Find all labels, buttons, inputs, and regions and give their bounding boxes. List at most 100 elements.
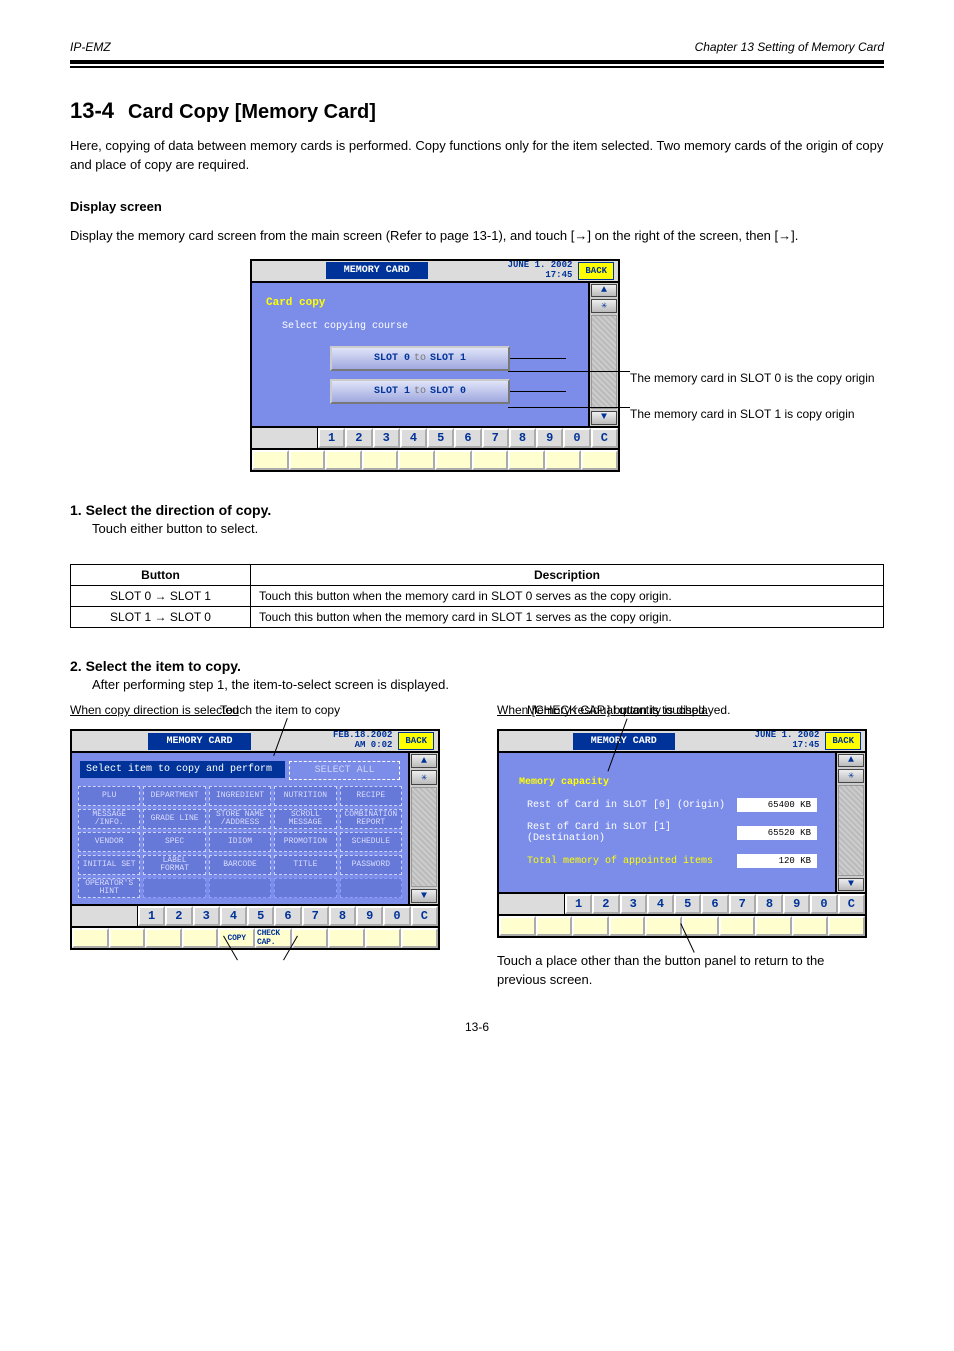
screenB-keypad-1[interactable]: 1 bbox=[565, 894, 592, 914]
softkey-7[interactable] bbox=[472, 450, 509, 470]
screenA-keypad-7[interactable]: 7 bbox=[302, 906, 329, 926]
screenB-keypad-6[interactable]: 6 bbox=[701, 894, 728, 914]
item-promotion[interactable]: PROMOTION bbox=[274, 832, 336, 852]
screenA-soft-8[interactable] bbox=[328, 928, 365, 948]
screenB-keypad-0[interactable]: 0 bbox=[810, 894, 837, 914]
screenB-soft-9[interactable] bbox=[792, 916, 829, 936]
screenA-keypad-4[interactable]: 4 bbox=[220, 906, 247, 926]
softkey-4[interactable] bbox=[362, 450, 399, 470]
settings-button[interactable] bbox=[591, 299, 617, 313]
screenB-keypad-2[interactable]: 2 bbox=[592, 894, 619, 914]
keypad-8[interactable]: 8 bbox=[509, 428, 536, 448]
screenB-soft-2[interactable] bbox=[536, 916, 573, 936]
step1-heading: 1. Select the direction of copy. bbox=[70, 502, 271, 518]
screenB-back-button[interactable]: BACK bbox=[825, 732, 861, 750]
keypad-4[interactable]: 4 bbox=[400, 428, 427, 448]
screenB-keypad-3[interactable]: 3 bbox=[620, 894, 647, 914]
item-nutrition[interactable]: NUTRITION bbox=[274, 786, 336, 806]
screenB-keypad-c[interactable]: C bbox=[838, 894, 865, 914]
screenA-soft-7[interactable] bbox=[292, 928, 329, 948]
screenA-soft-4[interactable] bbox=[182, 928, 219, 948]
screenA-keypad-3[interactable]: 3 bbox=[193, 906, 220, 926]
screenB-scroll-up[interactable] bbox=[838, 754, 864, 767]
screenB-soft-8[interactable] bbox=[755, 916, 792, 936]
screenB-keypad-5[interactable]: 5 bbox=[674, 894, 701, 914]
screenA-keypad-2[interactable]: 2 bbox=[165, 906, 192, 926]
screenA-keypad-8[interactable]: 8 bbox=[329, 906, 356, 926]
direction-description-table: Button Description SLOT 0 → SLOT 1 Touch… bbox=[70, 564, 884, 628]
screenB-settings[interactable] bbox=[838, 769, 864, 783]
screenB-keypad-8[interactable]: 8 bbox=[756, 894, 783, 914]
item-department[interactable]: DEPARTMENT bbox=[143, 786, 205, 806]
screenA-soft-1[interactable] bbox=[72, 928, 109, 948]
item-operator-s-hint[interactable]: OPERATOR'S HINT bbox=[78, 878, 140, 898]
item-initial-set[interactable]: INITIAL SET bbox=[78, 855, 140, 875]
softkey-9[interactable] bbox=[545, 450, 582, 470]
item-store-name-address[interactable]: STORE NAME /ADDRESS bbox=[209, 809, 271, 829]
screenA-soft-9[interactable] bbox=[365, 928, 402, 948]
item-combination-report[interactable]: COMBINATION REPORT bbox=[340, 809, 402, 829]
screenA-scroll-up[interactable] bbox=[411, 754, 437, 768]
screenB-soft-10[interactable] bbox=[828, 916, 865, 936]
scroll-up-button[interactable] bbox=[591, 284, 617, 298]
screenB-soft-1[interactable] bbox=[499, 916, 536, 936]
screenA-soft-checkcap[interactable]: CHECK CAP. bbox=[255, 928, 292, 948]
screenB-soft-7[interactable] bbox=[719, 916, 756, 936]
item-password[interactable]: PASSWORD bbox=[340, 855, 402, 875]
keypad-0[interactable]: 0 bbox=[563, 428, 590, 448]
keypad-1[interactable]: 1 bbox=[318, 428, 345, 448]
item-message-info-[interactable]: MESSAGE /INFO. bbox=[78, 809, 140, 829]
screenA-soft-2[interactable] bbox=[109, 928, 146, 948]
softkey-5[interactable] bbox=[398, 450, 435, 470]
item-grade-line[interactable]: GRADE LINE bbox=[143, 809, 205, 829]
softkey-10[interactable] bbox=[581, 450, 618, 470]
screenA-back-button[interactable]: BACK bbox=[398, 732, 434, 750]
item-title[interactable]: TITLE bbox=[274, 855, 336, 875]
keypad-9[interactable]: 9 bbox=[536, 428, 563, 448]
screenA-soft-10[interactable] bbox=[401, 928, 438, 948]
screenB-keypad-4[interactable]: 4 bbox=[647, 894, 674, 914]
softkey-2[interactable] bbox=[289, 450, 326, 470]
screenA-keypad-0[interactable]: 0 bbox=[383, 906, 410, 926]
softkey-6[interactable] bbox=[435, 450, 472, 470]
item-plu[interactable]: PLU bbox=[78, 786, 140, 806]
screenB-soft-6[interactable] bbox=[682, 916, 719, 936]
select-all-button[interactable]: SELECT ALL bbox=[289, 761, 400, 780]
item-spec[interactable]: SPEC bbox=[143, 832, 205, 852]
screenA-settings[interactable] bbox=[411, 770, 437, 784]
item-label-format[interactable]: LABEL FORMAT bbox=[143, 855, 205, 875]
keypad-6[interactable]: 6 bbox=[454, 428, 481, 448]
item-recipe[interactable]: RECIPE bbox=[340, 786, 402, 806]
screenA-scroll-down[interactable] bbox=[411, 889, 437, 903]
screenA-keypad-1[interactable]: 1 bbox=[138, 906, 165, 926]
keypad-3[interactable]: 3 bbox=[373, 428, 400, 448]
screenB-soft-3[interactable] bbox=[572, 916, 609, 936]
screenA-keypad-9[interactable]: 9 bbox=[356, 906, 383, 926]
keypad-5[interactable]: 5 bbox=[427, 428, 454, 448]
softkey-8[interactable] bbox=[508, 450, 545, 470]
slot1-to-slot0-button[interactable]: SLOT 1toSLOT 0 bbox=[330, 379, 510, 404]
screenA-soft-3[interactable] bbox=[145, 928, 182, 948]
screenB-soft-4[interactable] bbox=[609, 916, 646, 936]
item-scroll-message[interactable]: SCROLL MESSAGE bbox=[274, 809, 336, 829]
keypad-7[interactable]: 7 bbox=[482, 428, 509, 448]
back-button[interactable]: BACK bbox=[578, 262, 614, 280]
keypad-c[interactable]: C bbox=[591, 428, 618, 448]
screenB-keypad-9[interactable]: 9 bbox=[783, 894, 810, 914]
screenB-scroll-down[interactable] bbox=[838, 878, 864, 891]
item-schedule[interactable]: SCHEDULE bbox=[340, 832, 402, 852]
item-idiom[interactable]: IDIOM bbox=[209, 832, 271, 852]
softkey-1[interactable] bbox=[252, 450, 289, 470]
screenB-soft-5[interactable] bbox=[645, 916, 682, 936]
keypad-2[interactable]: 2 bbox=[345, 428, 372, 448]
softkey-3[interactable] bbox=[325, 450, 362, 470]
screenA-keypad-c[interactable]: C bbox=[411, 906, 438, 926]
item-ingredient[interactable]: INGREDIENT bbox=[209, 786, 271, 806]
scroll-down-button[interactable] bbox=[591, 411, 617, 425]
screenB-keypad-7[interactable]: 7 bbox=[729, 894, 756, 914]
screenA-keypad-6[interactable]: 6 bbox=[274, 906, 301, 926]
item-vendor[interactable]: VENDOR bbox=[78, 832, 140, 852]
item-barcode[interactable]: BARCODE bbox=[209, 855, 271, 875]
screenA-keypad-5[interactable]: 5 bbox=[247, 906, 274, 926]
slot0-to-slot1-button[interactable]: SLOT 0toSLOT 1 bbox=[330, 346, 510, 371]
